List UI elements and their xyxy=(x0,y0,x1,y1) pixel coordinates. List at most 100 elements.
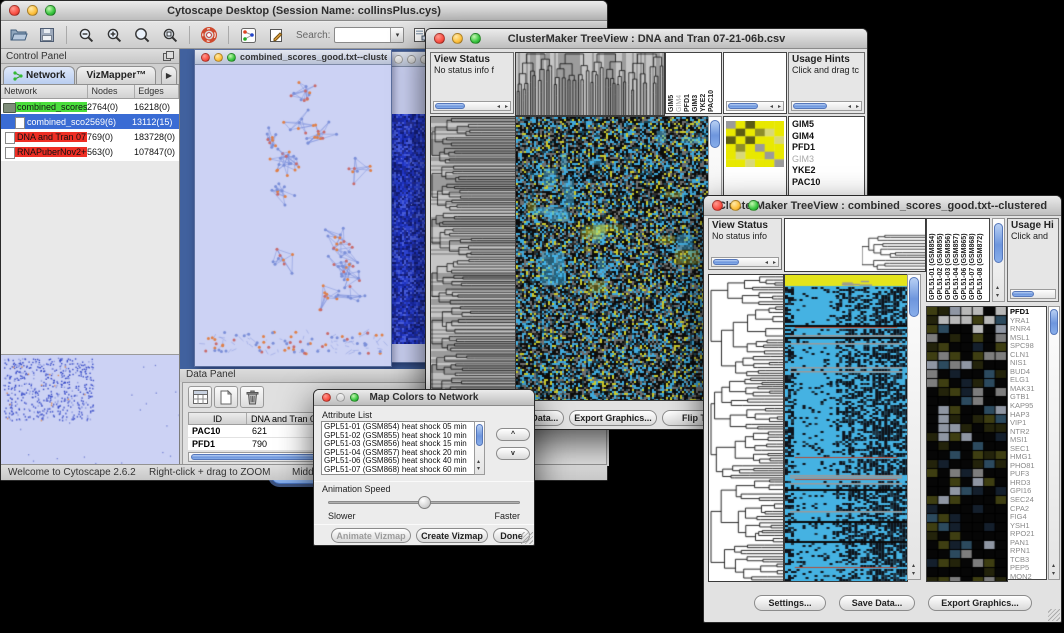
zoom-heatmap-canvas[interactable] xyxy=(926,306,1008,582)
export-graphics-button[interactable]: Export Graphics... xyxy=(569,410,657,426)
create-vizmap-button[interactable]: Create Vizmap xyxy=(416,528,488,543)
close-button[interactable] xyxy=(9,5,20,16)
network-edges-count: 13112(15) xyxy=(132,117,172,127)
zoom-fit-button[interactable] xyxy=(158,24,182,46)
network-table-row[interactable]: RNAPuberNov2+ 563(0) 107847(0) xyxy=(1,144,179,159)
vizmap-button[interactable] xyxy=(236,24,260,46)
row-dendrogram-canvas[interactable] xyxy=(430,116,516,401)
minimize-button[interactable] xyxy=(214,53,223,62)
attribute-list[interactable]: GPL51-01 (GSM854) heat shock 05 minGPL51… xyxy=(321,421,485,475)
attribute-table-button[interactable] xyxy=(188,386,212,408)
float-panel-icon[interactable] xyxy=(163,51,174,61)
minimize-button[interactable] xyxy=(407,55,416,64)
matrix-row-label[interactable]: PFD1 xyxy=(792,142,861,154)
minimize-button[interactable] xyxy=(730,200,741,211)
view-status-scrollbar[interactable]: ◂▸ xyxy=(433,101,511,111)
attribute-list-item[interactable]: GPL51-07 (GSM868) heat shock 60 min xyxy=(324,466,482,475)
slider-thumb[interactable] xyxy=(418,496,431,509)
usage-hints-message: Click and drag tc xyxy=(789,65,864,75)
matrix-row-label[interactable]: YKE2 xyxy=(792,165,861,177)
treeview1-titlebar[interactable]: ClusterMaker TreeView : DNA and Tran 07-… xyxy=(426,29,867,49)
matrix-row-label[interactable]: PAC10 xyxy=(792,177,861,189)
tab-overflow-arrow[interactable]: ▶ xyxy=(161,66,177,84)
tab-network[interactable]: Network xyxy=(3,66,75,84)
usage-hints-scrollbar[interactable]: ◂▸ xyxy=(791,101,862,111)
close-button[interactable] xyxy=(712,200,723,211)
array-column-label[interactable]: GPL51-01 (GSM854) xyxy=(929,220,936,300)
close-button[interactable] xyxy=(322,393,331,402)
nodes-col-header[interactable]: Nodes xyxy=(88,85,135,98)
open-folder-button[interactable] xyxy=(7,24,31,46)
close-button[interactable] xyxy=(394,55,403,64)
zoom-button[interactable] xyxy=(748,200,759,211)
resize-grip[interactable] xyxy=(1048,609,1060,621)
array-column-label[interactable]: GPL51-06 (GSM865) xyxy=(961,220,968,300)
array-column-label[interactable]: GPL51-08 (GSM872) xyxy=(977,220,984,300)
move-down-button[interactable]: v xyxy=(496,447,530,460)
minimize-button[interactable] xyxy=(27,5,38,16)
save-data-button[interactable]: Save Data... xyxy=(839,595,915,611)
matrix-row-label[interactable]: GIM5 xyxy=(792,119,861,131)
attribute-list-scrollbar[interactable]: ▴▾ xyxy=(474,421,485,475)
network-graph-canvas[interactable] xyxy=(195,65,391,366)
new-attribute-button[interactable] xyxy=(214,386,238,408)
main-titlebar[interactable]: Cytoscape Desktop (Session Name: collins… xyxy=(1,1,607,21)
global-heatmap-canvas[interactable] xyxy=(784,274,908,582)
view-status-scrollbar[interactable]: ◂▸ xyxy=(711,257,779,267)
dialog-titlebar[interactable]: Map Colors to Network xyxy=(314,390,534,406)
close-button[interactable] xyxy=(434,33,445,44)
resize-grip[interactable] xyxy=(521,532,533,544)
animation-speed-slider[interactable] xyxy=(328,496,520,510)
edges-col-header[interactable]: Edges xyxy=(135,85,179,98)
row-dendrogram-canvas[interactable] xyxy=(708,274,784,582)
zoom-out-button[interactable] xyxy=(74,24,98,46)
zoom-button[interactable] xyxy=(45,5,56,16)
zoom-selected-button[interactable] xyxy=(130,24,154,46)
move-up-button[interactable]: ^ xyxy=(496,428,530,441)
id-col-header[interactable]: ID xyxy=(189,413,247,424)
delete-attribute-button[interactable] xyxy=(240,386,264,408)
search-dropdown-arrow[interactable]: ▾ xyxy=(390,28,403,42)
array-column-label[interactable]: GPL51-04 (GSM857) xyxy=(953,220,960,300)
network-table-row[interactable]: combined_scores 2764(0) 16218(0) xyxy=(1,99,179,114)
zoom-button[interactable] xyxy=(227,53,236,62)
zoom-in-button[interactable] xyxy=(102,24,126,46)
array-column-label[interactable]: GPL51-02 (GSM855) xyxy=(937,220,944,300)
help-lifering-button[interactable] xyxy=(197,24,221,46)
gene-label[interactable]: MON2 xyxy=(1010,573,1044,580)
network-view-titlebar[interactable]: combined_scores_good.txt--cluste... xyxy=(195,50,391,65)
export-graphics-button[interactable]: Export Graphics... xyxy=(928,595,1032,611)
birdseye-overview-canvas[interactable] xyxy=(1,354,179,466)
matrix-row-label[interactable]: GIM4 xyxy=(792,131,861,143)
matrix-row-label[interactable]: GIM3 xyxy=(792,154,861,166)
network-table-row[interactable]: DNA and Tran 07 769(0) 183728(0) xyxy=(1,129,179,144)
usage-hints-scrollbar[interactable] xyxy=(1010,289,1056,299)
treeview2-titlebar[interactable]: ClusterMaker TreeView : combined_scores_… xyxy=(704,196,1061,216)
column-dendrogram-canvas[interactable] xyxy=(515,52,665,116)
desktop: Cytoscape Desktop (Session Name: collins… xyxy=(0,0,1064,633)
zoom-button[interactable] xyxy=(350,393,359,402)
global-heatmap-canvas[interactable] xyxy=(515,116,709,401)
network-col-header[interactable]: Network xyxy=(1,85,88,98)
column-dendrogram-canvas[interactable] xyxy=(784,218,926,272)
settings-button[interactable]: Settings... xyxy=(754,595,826,611)
network-table-row[interactable]: combined_sco 2569(6) 13112(15) xyxy=(1,114,179,129)
animate-vizmap-button[interactable]: Animate Vizmap xyxy=(331,528,411,543)
close-button[interactable] xyxy=(201,53,210,62)
gene-list-scrollbar[interactable]: ▴▾ xyxy=(1048,306,1060,580)
heatmap-vscrollbar[interactable]: ▴▾ xyxy=(907,274,921,580)
similarity-matrix-canvas[interactable] xyxy=(726,121,784,167)
array-column-label[interactable]: GPL51-03 (GSM856) xyxy=(945,220,952,300)
minimize-button[interactable] xyxy=(336,393,345,402)
network-view-window[interactable]: combined_scores_good.txt--cluste... xyxy=(194,49,392,367)
tab-vizmapper[interactable]: VizMapper™ xyxy=(76,66,156,84)
zoomview-hscrollbar[interactable]: ◂▸ xyxy=(726,101,784,111)
zoom-button[interactable] xyxy=(470,33,481,44)
minimize-button[interactable] xyxy=(452,33,463,44)
save-button[interactable] xyxy=(35,24,59,46)
search-input[interactable]: ▾ xyxy=(334,27,404,43)
array-column-labels: GPL51-01 (GSM854)GPL51-02 (GSM855)GPL51-… xyxy=(926,218,990,302)
array-column-label[interactable]: GPL51-07 (GSM868) xyxy=(969,220,976,300)
column-labels-scrollbar[interactable]: ▴▾ xyxy=(992,218,1005,302)
annotation-button[interactable] xyxy=(264,24,288,46)
